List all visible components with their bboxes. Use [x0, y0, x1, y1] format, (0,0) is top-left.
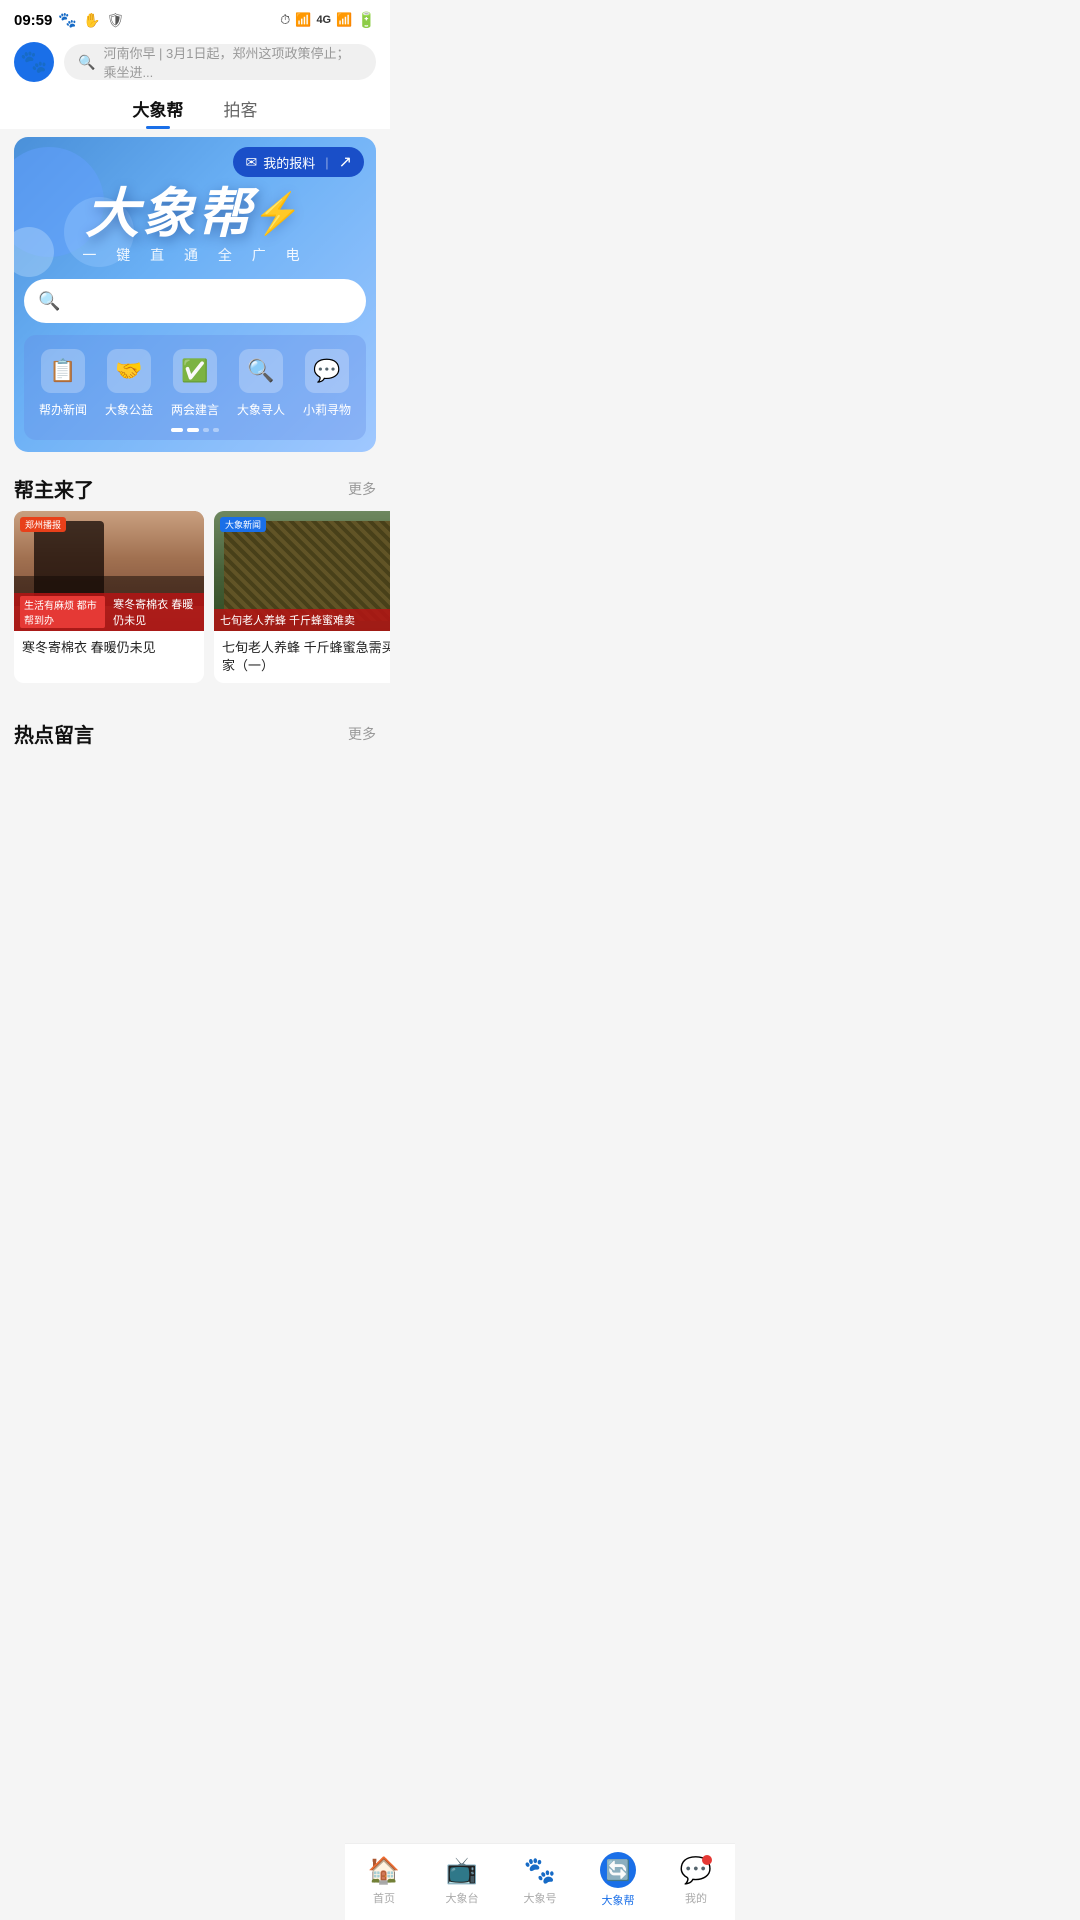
my-report-label: 我的报料: [263, 153, 315, 172]
hotcomment-title-wrapper: 热点留言: [14, 719, 94, 748]
logo-paw-icon: 🐾: [20, 49, 47, 75]
bangzhu-more-link[interactable]: 更多: [348, 479, 376, 499]
card-1[interactable]: 郑州播报 生活有麻烦 都市帮到办 寒冬寄棉衣 春暖仍未见 寒冬寄棉衣 春暖仍未见: [14, 511, 204, 683]
bangzhu-title: 帮主来了: [14, 474, 94, 503]
nav-mine[interactable]: 💬 我的: [666, 1855, 726, 1906]
card-2[interactable]: 大象新闻 七旬老人养蜂 千斤蜂蜜难卖 七旬老人养蜂 千斤蜂蜜急需买家（一）: [214, 511, 390, 683]
bottom-nav: 🏠 首页 📺 大象台 🐾 大象号 🔄 大象帮 💬 我的: [345, 1843, 735, 1920]
shortcut-find-person-label: 大象寻人: [237, 401, 285, 418]
banner-shortcuts: 📋 帮办新闻 🤝 大象公益 ✅ 两会建言 🔍 大象寻人: [24, 335, 366, 440]
shortcut-find-person[interactable]: 🔍 大象寻人: [237, 349, 285, 418]
refresh-icon: ↗: [339, 152, 352, 172]
my-report-button[interactable]: ✉ 我的报料 | ↗: [233, 147, 364, 177]
nav-mine-label: 我的: [685, 1890, 707, 1906]
signal-icon: 📶: [336, 12, 352, 28]
daxiangtai-icon: 📺: [446, 1855, 478, 1886]
dot-3: [203, 428, 209, 432]
card-1-caption: 寒冬寄棉衣 春暖仍未见: [14, 631, 204, 665]
battery-icon: 🔋: [357, 11, 376, 29]
card-2-overlay: 七旬老人养蜂 千斤蜂蜜难卖: [214, 609, 390, 631]
nav-daxiangtai-label: 大象台: [446, 1890, 479, 1906]
timer-icon: ⏱: [280, 12, 290, 28]
mine-icon: 💬: [680, 1855, 712, 1886]
shortcuts-row: 📋 帮办新闻 🤝 大象公益 ✅ 两会建言 🔍 大象寻人: [30, 349, 360, 418]
banner-main-title: 大象帮⚡: [85, 187, 305, 241]
shortcut-charity[interactable]: 🤝 大象公益: [105, 349, 153, 418]
banner-title-area: 大象帮⚡ 一 键 直 通 全 广 电: [14, 177, 376, 279]
status-bar: 09:59 🐾 ✋ 🛡 ⏱ 📶 4G 📶 🔋: [0, 0, 390, 36]
charity-icon: 🤝: [107, 349, 151, 393]
card-2-thumb: 大象新闻 七旬老人养蜂 千斤蜂蜜难卖: [214, 511, 390, 631]
tab-bar: 大象帮 拍客: [0, 90, 390, 129]
daxiangbang-nav-icon: 🔄: [600, 1852, 636, 1888]
dot-2: [187, 428, 199, 432]
card-1-overlay-text: 寒冬寄棉衣 春暖仍未见: [113, 596, 198, 628]
bangzhu-cards: 郑州播报 生活有麻烦 都市帮到办 寒冬寄棉衣 春暖仍未见 寒冬寄棉衣 春暖仍未见…: [0, 511, 390, 697]
banner-subtitle: 一 键 直 通 全 广 电: [82, 245, 307, 265]
status-time: 09:59: [14, 12, 52, 29]
shortcut-find-item[interactable]: 💬 小莉寻物: [303, 349, 351, 418]
banner-search-input[interactable]: [68, 293, 352, 309]
badge-dot: [702, 1855, 712, 1865]
lightning-icon: ⚡: [253, 194, 305, 234]
nav-daxiangbang[interactable]: 🔄 大象帮: [588, 1852, 648, 1908]
status-icons: ⏱ 📶 4G 📶 🔋: [280, 11, 376, 29]
header: 🐾 🔍 河南你早 | 3月1日起，郑州这项政策停止；乘坐进...: [0, 36, 390, 90]
card-2-overlay-text: 七旬老人养蜂 千斤蜂蜜难卖: [220, 612, 355, 628]
help-news-icon: 📋: [41, 349, 85, 393]
hotcomment-title: 热点留言: [14, 719, 94, 748]
hotcomment-section-header: 热点留言 更多: [0, 705, 390, 756]
nav-home[interactable]: 🏠 首页: [354, 1855, 414, 1906]
dot-4: [213, 428, 219, 432]
find-person-icon: 🔍: [239, 349, 283, 393]
bangzhu-section-header: 帮主来了 更多: [0, 460, 390, 511]
main-search-bar[interactable]: 🔍 河南你早 | 3月1日起，郑州这项政策停止；乘坐进...: [64, 44, 376, 80]
card-1-overlay: 生活有麻烦 都市帮到办 寒冬寄棉衣 春暖仍未见: [14, 593, 204, 631]
nav-daxianghao-label: 大象号: [524, 1890, 557, 1906]
hand-icon: ✋: [83, 12, 100, 29]
shortcut-help-news[interactable]: 📋 帮办新闻: [39, 349, 87, 418]
search-hint-text: 河南你早 | 3月1日起，郑州这项政策停止；乘坐进...: [103, 43, 362, 81]
nav-daxiangbang-label: 大象帮: [602, 1892, 635, 1908]
envelope-icon: ✉: [245, 154, 257, 171]
tab-daxiangbang[interactable]: 大象帮: [133, 96, 184, 129]
shortcut-find-item-label: 小莉寻物: [303, 401, 351, 418]
spacer: [0, 697, 390, 705]
shield-icon: 🛡: [107, 12, 125, 29]
bangzhu-title-wrapper: 帮主来了: [14, 474, 94, 503]
hotcomment-more-link[interactable]: 更多: [348, 724, 376, 744]
divider: |: [325, 155, 328, 170]
shortcut-charity-label: 大象公益: [105, 401, 153, 418]
nav-daxiangtai[interactable]: 📺 大象台: [432, 1855, 492, 1906]
nav-home-label: 首页: [373, 1890, 395, 1906]
shortcut-proposal[interactable]: ✅ 两会建言: [171, 349, 219, 418]
card-1-thumb: 郑州播报 生活有麻烦 都市帮到办 寒冬寄棉衣 春暖仍未见: [14, 511, 204, 631]
daxianghao-icon: 🐾: [524, 1855, 556, 1886]
dot-1: [171, 428, 183, 432]
nav-daxianghao[interactable]: 🐾 大象号: [510, 1855, 570, 1906]
page-indicator: [30, 428, 360, 432]
shortcut-help-news-label: 帮办新闻: [39, 401, 87, 418]
banner: ✉ 我的报料 | ↗ 大象帮⚡ 一 键 直 通 全 广 电 🔍: [14, 137, 376, 452]
find-item-icon: 💬: [305, 349, 349, 393]
proposal-icon: ✅: [173, 349, 217, 393]
card-1-channel-tag: 郑州播报: [20, 517, 66, 532]
paw-icon: 🐾: [58, 11, 77, 29]
wifi-icon: 📶: [295, 12, 311, 28]
card-2-channel-tag: 大象新闻: [220, 517, 266, 532]
app-logo[interactable]: 🐾: [14, 42, 54, 82]
network-type: 4G: [316, 14, 331, 26]
shortcut-proposal-label: 两会建言: [171, 401, 219, 418]
banner-search-icon: 🔍: [38, 291, 60, 312]
tab-paike[interactable]: 拍客: [224, 96, 258, 129]
banner-search-bar[interactable]: 🔍: [24, 279, 366, 323]
search-icon: 🔍: [78, 54, 95, 71]
card-2-caption: 七旬老人养蜂 千斤蜂蜜急需买家（一）: [214, 631, 390, 683]
home-icon: 🏠: [368, 1855, 400, 1886]
